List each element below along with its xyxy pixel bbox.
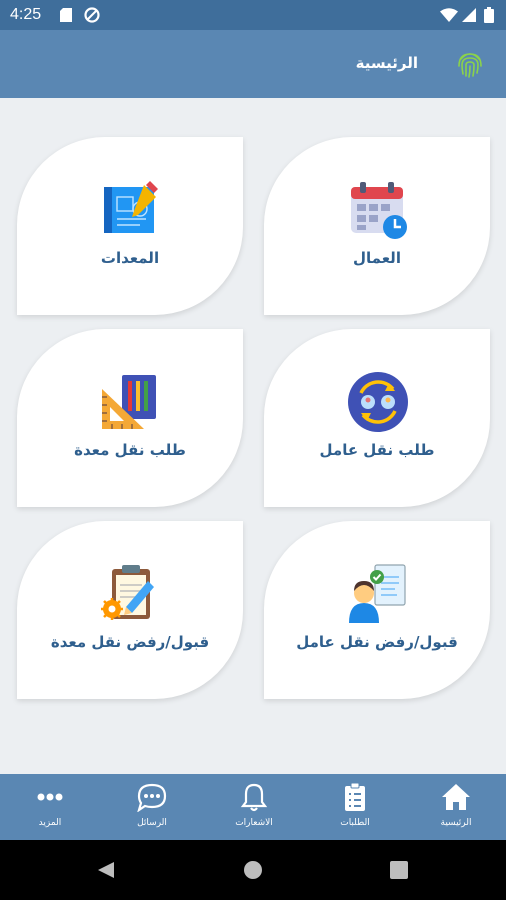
card-label: قبول/رفض نقل معدة [50, 633, 210, 651]
approval-person-icon [349, 564, 406, 623]
bell-icon [240, 783, 268, 812]
bottom-nav: الرئيسية الطلبات الاشعارات الرسائل المزي… [0, 774, 506, 840]
home-icon [442, 784, 470, 810]
system-nav-bar [0, 840, 506, 900]
wifi-icon [440, 8, 458, 22]
more-icon [37, 793, 63, 801]
nav-label: الرسائل [137, 818, 167, 828]
signal-icon [462, 8, 476, 22]
card-label: طلب نقل عامل [319, 441, 435, 459]
card-equipment-transfer-decision[interactable]: قبول/رفض نقل معدة [17, 521, 243, 699]
battery-icon [484, 7, 494, 23]
sd-card-icon [60, 8, 72, 22]
back-icon[interactable] [96, 860, 116, 880]
chat-icon [137, 783, 167, 812]
data-saver-icon [84, 7, 100, 23]
nav-label: الطلبات [340, 818, 370, 828]
clipboard-list-icon [345, 782, 365, 811]
calendar-clock-icon [351, 182, 407, 239]
page-title: الرئيسية [355, 54, 418, 72]
worker-transfer-icon [348, 372, 408, 432]
card-worker-transfer-decision[interactable]: قبول/رفض نقل عامل [264, 521, 490, 699]
card-label: العمال [353, 249, 401, 267]
clipboard-gear-icon [101, 565, 154, 620]
tools-ruler-icon [102, 375, 156, 429]
recents-icon[interactable] [390, 861, 408, 879]
fingerprint-icon[interactable] [454, 48, 486, 80]
status-time: 4:25 [10, 6, 42, 23]
status-bar: 4:25 [0, 0, 506, 30]
nav-item-requests[interactable]: الطلبات [305, 782, 405, 828]
card-label: المعدات [100, 249, 160, 267]
nav-label: الاشعارات [235, 818, 273, 828]
card-equipment-transfer-request[interactable]: طلب نقل معدة [17, 329, 243, 507]
card-worker-transfer-request[interactable]: طلب نقل عامل [264, 329, 490, 507]
card-label: قبول/رفض نقل عامل [296, 633, 458, 651]
card-label: طلب نقل معدة [74, 441, 186, 459]
nav-label: المزيد [38, 818, 62, 828]
app-bar: الرئيسية [0, 30, 506, 98]
nav-item-more[interactable]: المزيد [0, 782, 100, 828]
nav-item-messages[interactable]: الرسائل [102, 782, 202, 828]
card-workers[interactable]: العمال [264, 137, 490, 315]
nav-item-home[interactable]: الرئيسية [406, 782, 506, 828]
blueprint-icon [104, 181, 158, 233]
card-equipment[interactable]: المعدات [17, 137, 243, 315]
nav-item-notifications[interactable]: الاشعارات [204, 782, 304, 828]
home-circle-icon[interactable] [243, 860, 263, 880]
nav-label: الرئيسية [440, 818, 472, 828]
